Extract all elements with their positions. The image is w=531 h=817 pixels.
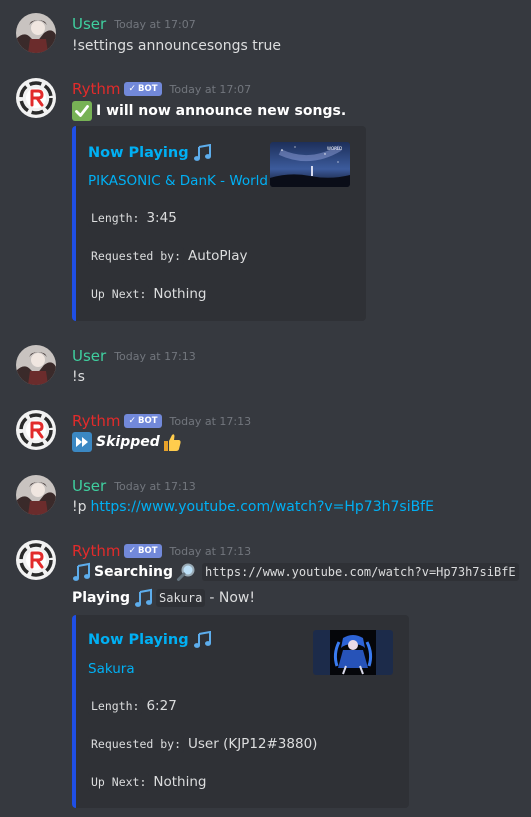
music-note-icon <box>193 631 211 648</box>
timestamp: Today at 17:13 <box>169 544 252 558</box>
author-name[interactable]: User <box>72 347 106 365</box>
user-avatar[interactable] <box>16 475 56 515</box>
message-text: !settings announcesongs true <box>72 38 281 54</box>
song-link[interactable]: PIKASONIC & DanK - World <box>88 173 268 189</box>
author-name[interactable]: Rythm <box>72 412 120 430</box>
check-icon: ✓ <box>128 84 137 94</box>
now-playing-embed: Now Playing Sakura Length: 6:27 Requeste… <box>72 615 409 808</box>
playing-suffix: - Now! <box>209 590 255 606</box>
message-3: User Today at 17:13 !s <box>0 345 531 395</box>
timestamp: Today at 17:07 <box>169 82 252 96</box>
message-text: I will now announce new songs. <box>96 103 347 119</box>
music-note-icon <box>193 144 211 161</box>
bot-badge: ✓ BOT <box>124 82 162 96</box>
now-playing-embed: Now Playing PIKASONIC & DanK - World Len… <box>72 126 366 321</box>
check-icon: ✓ <box>128 416 137 426</box>
field-value: Nothing <box>153 286 207 302</box>
timestamp: Today at 17:13 <box>114 479 196 493</box>
message-2: Rythm ✓ BOT Today at 17:07 I will now ann… <box>0 78 531 328</box>
field-label: Up Next: <box>88 773 150 791</box>
bot-avatar[interactable] <box>16 78 56 118</box>
embed-title: Now Playing <box>88 632 189 648</box>
song-thumbnail[interactable]: WORLD <box>270 142 350 187</box>
fast-forward-icon <box>72 432 92 452</box>
field-label: Length: <box>88 209 143 227</box>
field-label: Up Next: <box>88 285 150 303</box>
field-value: AutoPlay <box>188 248 248 264</box>
field-value: Nothing <box>153 774 207 790</box>
message-text: Skipped <box>96 434 160 450</box>
message-prefix: !p <box>72 499 87 515</box>
field-value: 6:27 <box>146 698 177 714</box>
message-1: User Today at 17:07 !settings announceso… <box>0 13 531 63</box>
user-avatar[interactable] <box>16 345 56 385</box>
field-value: 3:45 <box>146 210 177 226</box>
author-name[interactable]: Rythm <box>72 80 120 98</box>
timestamp: Today at 17:13 <box>169 414 252 428</box>
author-name[interactable]: User <box>72 15 106 33</box>
song-link[interactable]: Sakura <box>88 661 135 677</box>
youtube-link[interactable]: https://www.youtube.com/watch?v=Hp73h7si… <box>91 499 434 515</box>
timestamp: Today at 17:07 <box>114 17 196 31</box>
field-value: User (KJP12#3880) <box>188 736 318 752</box>
thumbs-up-icon <box>163 434 181 451</box>
searching-label: Searching <box>94 564 173 580</box>
music-notes-icon <box>135 588 152 607</box>
embed-title: Now Playing <box>88 145 189 161</box>
thumbnail-text: WORLD <box>327 146 342 151</box>
message-5: User Today at 17:13 !p https://www.youtu… <box>0 475 531 525</box>
bot-badge: ✓ BOT <box>124 544 162 558</box>
field-label: Length: <box>88 697 143 715</box>
field-label: Requested by: <box>88 247 185 265</box>
song-thumbnail[interactable] <box>313 630 393 675</box>
author-name[interactable]: User <box>72 477 106 495</box>
search-url: https://www.youtube.com/watch?v=Hp73h7si… <box>201 563 519 581</box>
check-mark-icon <box>72 101 92 121</box>
user-avatar[interactable] <box>16 13 56 53</box>
message-4: Rythm ✓ BOT Today at 17:13 Skipped <box>0 410 531 460</box>
message-text: !s <box>72 369 85 385</box>
bot-avatar[interactable] <box>16 410 56 450</box>
timestamp: Today at 17:13 <box>114 349 196 363</box>
message-6: Rythm ✓ BOT Today at 17:13 Searching http… <box>0 540 531 817</box>
playing-song: Sakura <box>156 589 206 607</box>
author-name[interactable]: Rythm <box>72 542 120 560</box>
bot-badge: ✓ BOT <box>124 414 162 428</box>
field-label: Requested by: <box>88 735 185 753</box>
bot-avatar[interactable] <box>16 540 56 580</box>
playing-label: Playing <box>72 590 130 606</box>
magnifier-icon <box>176 563 195 581</box>
check-icon: ✓ <box>128 546 137 556</box>
music-notes-icon <box>73 562 90 581</box>
